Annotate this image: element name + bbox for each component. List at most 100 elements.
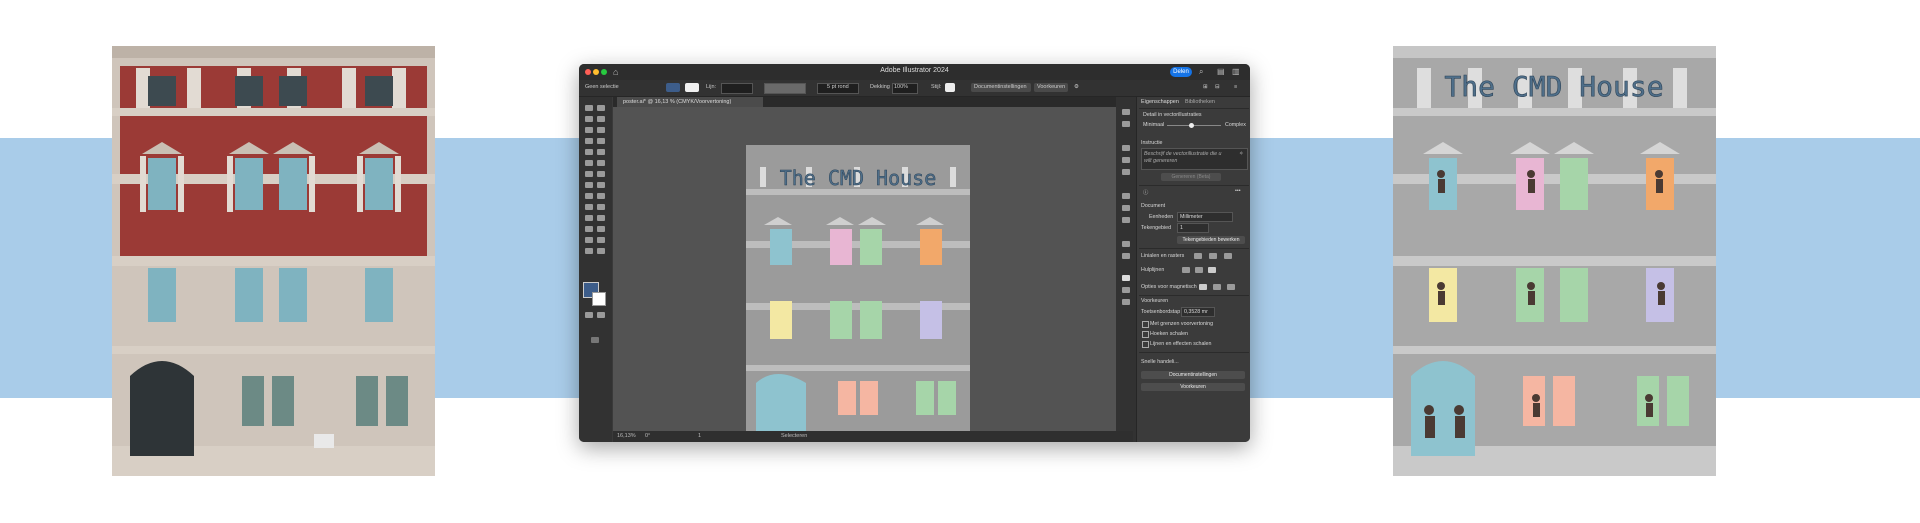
color-mode-icon[interactable]: [585, 312, 593, 318]
panel-icon-strip: [1116, 97, 1136, 442]
perspective-grid-tool-icon[interactable]: [597, 193, 605, 199]
pen-tool-icon[interactable]: [585, 127, 593, 133]
stroke-weight-field[interactable]: [721, 83, 753, 94]
more-tools-icon[interactable]: [591, 337, 599, 343]
free-transform-tool-icon[interactable]: [597, 182, 605, 188]
artboard[interactable]: The CMD House: [746, 145, 970, 442]
line-tool-icon[interactable]: [597, 138, 605, 144]
checkbox-scale-corners[interactable]: [1142, 331, 1149, 338]
grid-toggle-icon[interactable]: [1209, 253, 1217, 259]
generate-button[interactable]: Genereren (Beta): [1161, 173, 1221, 181]
panels-icon[interactable]: ▥: [1232, 67, 1240, 76]
hand-tool-icon[interactable]: [585, 248, 593, 254]
artboard-label: Tekengebied: [1141, 225, 1172, 231]
eyedropper-tool-icon[interactable]: [585, 215, 593, 221]
symbol-sprayer-tool-icon[interactable]: [585, 226, 593, 232]
variable-width-field[interactable]: [764, 83, 806, 94]
lasso-tool-icon[interactable]: [597, 116, 605, 122]
curvature-tool-icon[interactable]: [597, 127, 605, 133]
panel-prefs-button[interactable]: Voorkeuren: [1141, 383, 1245, 391]
illustrator-window: ⌂ Adobe Illustrator 2024 Delen ⌕ ▤ ▥ Gee…: [579, 64, 1250, 442]
tab-libraries[interactable]: Bibliotheken: [1185, 99, 1215, 105]
edit-artboards-button[interactable]: Tekengebieden bewerken: [1177, 236, 1245, 244]
mesh-tool-icon[interactable]: [585, 204, 593, 210]
arrange-icon[interactable]: ⚙: [1074, 84, 1079, 90]
align-icon[interactable]: ⊞: [1203, 84, 1208, 90]
show-guides-icon[interactable]: [1182, 267, 1190, 273]
tab-properties[interactable]: Eigenschappen: [1141, 99, 1179, 105]
pixel-grid-toggle-icon[interactable]: [1224, 253, 1232, 259]
detail-slider-thumb[interactable]: [1189, 123, 1194, 128]
transform-icon[interactable]: ⊟: [1215, 84, 1220, 90]
stroke-label: Lijn:: [706, 84, 717, 90]
brush-value: 5 pt rond: [827, 84, 849, 90]
artboard-tool-icon[interactable]: [585, 237, 593, 243]
guides-heading: Hulplijnen: [1141, 267, 1165, 273]
artboards-panel-icon[interactable]: [1122, 287, 1130, 293]
keyboard-increment-field[interactable]: 0,3528 mr: [1181, 307, 1215, 317]
layers-panel-icon[interactable]: [1122, 275, 1130, 281]
stroke-panel-icon[interactable]: [1122, 193, 1130, 199]
draw-mode-icon[interactable]: [597, 312, 605, 318]
libraries-panel-icon[interactable]: [1122, 121, 1130, 127]
scale-tool-icon[interactable]: [597, 171, 605, 177]
share-button[interactable]: Delen: [1170, 67, 1192, 77]
lock-guides-icon[interactable]: [1195, 267, 1203, 273]
eraser-tool-icon[interactable]: [597, 160, 605, 166]
stroke-swatch[interactable]: [685, 83, 699, 92]
snap-point-icon[interactable]: [1199, 284, 1207, 290]
menu-icon[interactable]: ≡: [1234, 84, 1237, 90]
more-options-icon[interactable]: •••: [1235, 188, 1241, 194]
paintbrush-tool-icon[interactable]: [597, 149, 605, 155]
graph-tool-icon[interactable]: [597, 226, 605, 232]
vectorize-detail-label: Detail in vectorillustraties: [1143, 112, 1202, 118]
rotate-tool-icon[interactable]: [585, 171, 593, 177]
shaper-tool-icon[interactable]: [585, 160, 593, 166]
rotation-value[interactable]: 0°: [645, 433, 650, 439]
transparency-panel-icon[interactable]: [1122, 217, 1130, 223]
snap-pixel-icon[interactable]: [1227, 284, 1235, 290]
detail-slider-track[interactable]: [1167, 125, 1221, 126]
symbols-panel-icon[interactable]: [1122, 169, 1130, 175]
status-bar: 16,13% 0° 1 Selecteren: [613, 431, 1133, 442]
brushes-panel-icon[interactable]: [1122, 157, 1130, 163]
zoom-level[interactable]: 16,13%: [617, 433, 636, 439]
smart-guides-icon[interactable]: [1208, 267, 1216, 273]
width-tool-icon[interactable]: [585, 182, 593, 188]
rectangle-tool-icon[interactable]: [585, 149, 593, 155]
rulers-toggle-icon[interactable]: [1194, 253, 1202, 259]
prompt-input[interactable]: Beschrijf de vectorillustratie die u wil…: [1141, 148, 1248, 170]
style-swatch[interactable]: [945, 83, 955, 92]
checkbox-scale-strokes-label: Lijnen en effecten schalen: [1150, 341, 1212, 347]
stroke-color-icon[interactable]: [592, 292, 606, 306]
graphic-styles-panel-icon[interactable]: [1122, 253, 1130, 259]
blend-tool-icon[interactable]: [597, 215, 605, 221]
type-tool-icon[interactable]: [585, 138, 593, 144]
shape-builder-tool-icon[interactable]: [585, 193, 593, 199]
facade-illustrated-drawing: The CMD House: [1393, 46, 1716, 476]
appearance-panel-icon[interactable]: [1122, 241, 1130, 247]
asset-export-panel-icon[interactable]: [1122, 299, 1130, 305]
workspace-icon[interactable]: ▤: [1217, 67, 1225, 76]
properties-panel-icon[interactable]: [1122, 109, 1130, 115]
snap-grid-icon[interactable]: [1213, 284, 1221, 290]
slice-tool-icon[interactable]: [597, 237, 605, 243]
artboard-select[interactable]: 1: [1177, 223, 1209, 233]
gradient-panel-icon[interactable]: [1122, 205, 1130, 211]
selection-tool-icon[interactable]: [585, 105, 593, 111]
checkbox-scale-strokes[interactable]: [1142, 341, 1149, 348]
artboard-number[interactable]: 1: [698, 433, 701, 439]
gradient-tool-icon[interactable]: [597, 204, 605, 210]
checkbox-preview-bounds[interactable]: [1142, 321, 1149, 328]
document-tab[interactable]: poster.ai* @ 16,13 % (CMYK/Voorvertoning…: [617, 97, 763, 107]
fill-swatch[interactable]: [666, 83, 680, 92]
magic-wand-tool-icon[interactable]: [585, 116, 593, 122]
swatches-panel-icon[interactable]: [1122, 145, 1130, 151]
units-select[interactable]: Millimeter: [1177, 212, 1233, 222]
zoom-tool-icon[interactable]: [597, 248, 605, 254]
info-icon[interactable]: ⓘ: [1143, 188, 1148, 196]
panel-doc-settings-button[interactable]: Documentinstellingen: [1141, 371, 1245, 379]
direct-selection-tool-icon[interactable]: [597, 105, 605, 111]
lightbulb-icon[interactable]: ✧: [1239, 151, 1243, 157]
search-icon[interactable]: ⌕: [1199, 67, 1203, 77]
